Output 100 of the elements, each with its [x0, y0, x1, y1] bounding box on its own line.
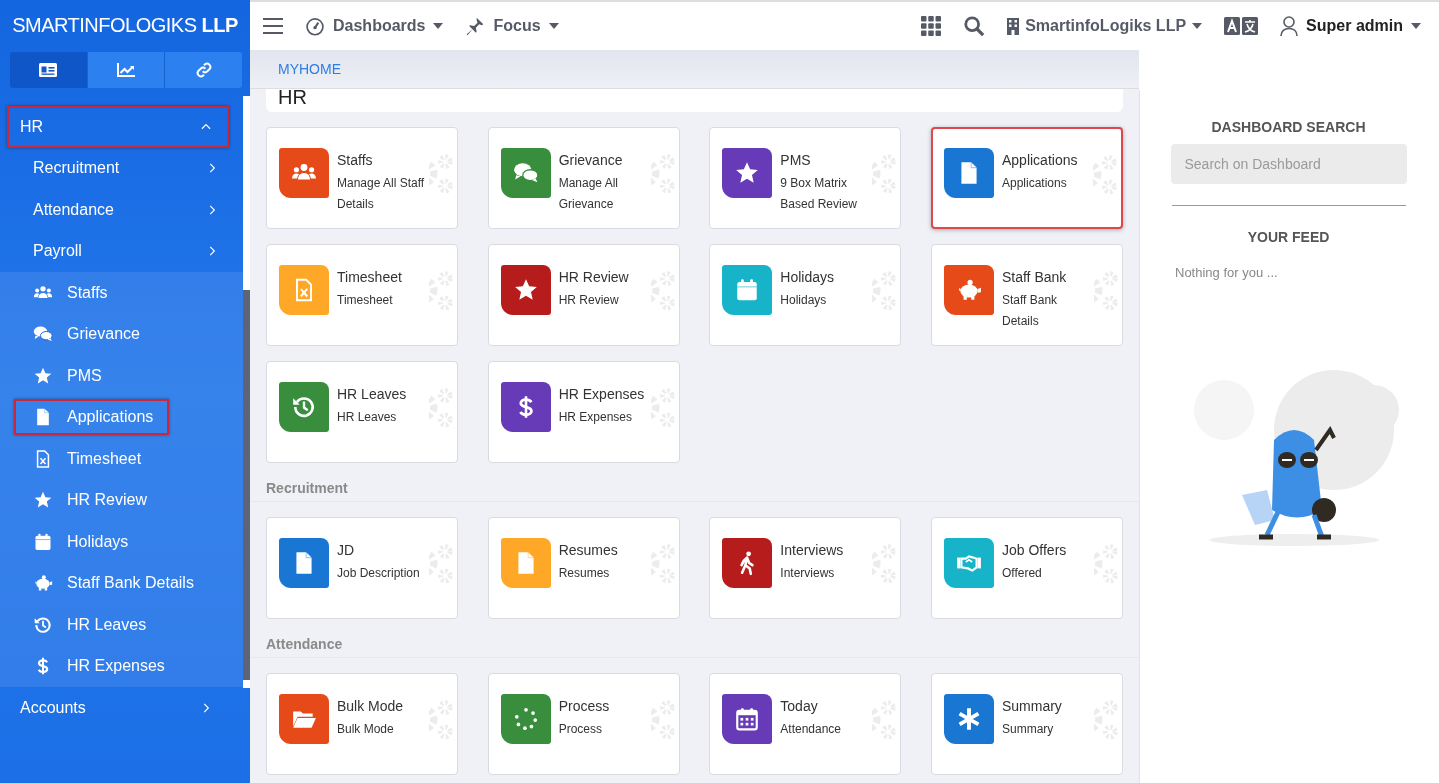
- sidebar-link[interactable]: HR Leaves: [14, 606, 163, 643]
- dashboard-card[interactable]: Job Offers Offered: [930, 517, 1123, 619]
- dashboard-card[interactable]: Bulk Mode Bulk Mode: [266, 673, 458, 775]
- card-subtitle: Manage All Grievance: [558, 175, 620, 213]
- id-card-icon: [39, 63, 58, 77]
- dashboard-card[interactable]: Process Process: [487, 673, 680, 775]
- caret-icon: [433, 23, 444, 29]
- dashboard-card[interactable]: Interviews Interviews: [709, 517, 902, 619]
- user-menu[interactable]: Super admin: [1280, 16, 1421, 36]
- company-dropdown[interactable]: SmartinfoLogiks LLP: [1007, 17, 1203, 35]
- card-subtitle: Manage All Staff Details: [337, 175, 426, 213]
- dashboard-card[interactable]: Timesheet Timesheet: [266, 244, 458, 346]
- card-title: Today: [780, 697, 819, 715]
- card-subtitle: Staff Bank Details: [1001, 292, 1059, 330]
- section-title: HR: [266, 89, 1123, 112]
- card-title: HR Review: [558, 268, 630, 286]
- card-subtitle: HR Review: [558, 292, 620, 309]
- panel-heading: YOUR FEED: [1247, 229, 1330, 245]
- section-heading: Attendance: [250, 636, 1139, 658]
- sidebar-link[interactable]: PMS: [14, 357, 118, 394]
- sidebar-link[interactable]: HR Review: [14, 482, 163, 519]
- card-subtitle: Bulk Mode: [337, 721, 395, 738]
- card-title: HR Expenses: [558, 385, 646, 403]
- sidebar-link[interactable]: Staffs: [14, 274, 124, 311]
- card-title: Applications: [1001, 151, 1079, 169]
- dashboard-card[interactable]: PMS 9 Box Matrix Based Review: [709, 127, 902, 229]
- link-icon: [195, 62, 212, 78]
- sidebar-link[interactable]: Applications: [14, 399, 170, 436]
- card-subtitle: HR Expenses: [558, 409, 634, 426]
- section-heading: Recruitment: [250, 480, 1139, 502]
- card-title: PMS: [780, 151, 812, 169]
- sidebar-submenu-item[interactable]: Recruitment: [0, 147, 243, 189]
- card-title: Process: [558, 697, 611, 715]
- dashboard-card[interactable]: Resumes Resumes: [487, 517, 680, 619]
- search-icon[interactable]: [963, 15, 986, 37]
- sidebar-link[interactable]: HR Expenses: [14, 648, 181, 685]
- sidebar-link[interactable]: Holidays: [14, 523, 145, 560]
- dashboard-card[interactable]: Staffs Manage All Staff Details: [266, 127, 458, 229]
- card-title: Timesheet: [337, 268, 403, 286]
- loading-dots-icon: [512, 706, 539, 732]
- card-subtitle: Timesheet: [337, 292, 394, 309]
- gauge-icon: [305, 16, 325, 36]
- card-title: Job Offers: [1001, 541, 1068, 559]
- pushpin-icon: [465, 16, 486, 36]
- dashboard-search-field[interactable]: Search on Dashboard: [1170, 144, 1407, 184]
- dashboard-card[interactable]: HR Review HR Review: [487, 244, 680, 346]
- sidebar-link[interactable]: Timesheet: [14, 440, 158, 477]
- apps-grid-icon[interactable]: [921, 16, 942, 36]
- menu-icon[interactable]: [263, 18, 283, 34]
- building-icon: [1007, 17, 1020, 35]
- history-icon: [291, 394, 317, 420]
- sidebar-tab[interactable]: [165, 52, 242, 88]
- card-subtitle: Holidays: [780, 292, 828, 309]
- sidebar-submenu-item[interactable]: Payroll: [0, 230, 243, 272]
- card-title: Grievance: [558, 151, 624, 169]
- dashboard-card[interactable]: Summary Summary: [930, 673, 1123, 775]
- sidebar-tab[interactable]: [10, 52, 88, 88]
- dashboard-card[interactable]: Applications Applications: [930, 127, 1123, 229]
- card-subtitle: Resumes: [558, 565, 611, 582]
- sidebar-submenu-item[interactable]: Attendance: [0, 189, 243, 231]
- brand-logo: SMARTINFOLOGIKS LLP: [12, 13, 238, 37]
- dropdown-menu[interactable]: Focus: [465, 16, 559, 36]
- card-title: JD: [337, 541, 356, 559]
- dashboard-card[interactable]: Staff Bank Staff Bank Details: [930, 244, 1123, 346]
- card-subtitle: Job Description: [337, 565, 421, 582]
- sidebar-menu-item[interactable]: Accounts: [7, 687, 229, 729]
- dashboard-card[interactable]: HR Expenses HR Expenses: [487, 361, 680, 463]
- card-title: Summary: [1001, 697, 1063, 715]
- card-subtitle: 9 Box Matrix Based Review: [780, 175, 859, 213]
- card-subtitle: HR Leaves: [337, 409, 398, 426]
- card-subtitle: Applications: [1001, 175, 1068, 192]
- dashboard-card[interactable]: HR Leaves HR Leaves: [266, 361, 458, 463]
- card-subtitle: Interviews: [780, 565, 836, 582]
- sidebar-link[interactable]: Staff Bank Details: [14, 565, 210, 602]
- dashboard-card[interactable]: JD Job Description: [266, 517, 458, 619]
- dashboard-card[interactable]: Grievance Manage All Grievance: [487, 127, 680, 229]
- caret-icon: [1192, 23, 1203, 29]
- calendar-icon: [734, 706, 761, 732]
- calendar-icon: [33, 531, 53, 552]
- sidebar-link[interactable]: Grievance: [14, 316, 156, 353]
- dashboard-card[interactable]: Holidays Holidays: [709, 244, 902, 346]
- sidebar-tab[interactable]: [87, 52, 166, 88]
- card-title: HR Leaves: [337, 385, 408, 403]
- sidebar-menu-item[interactable]: HR: [7, 106, 229, 148]
- card-title: Interviews: [780, 541, 845, 559]
- card-title: Staffs: [337, 151, 374, 169]
- card-subtitle: Offered: [1001, 565, 1043, 582]
- card-title: Holidays: [780, 268, 835, 286]
- card-title: Bulk Mode: [337, 697, 405, 715]
- dropdown-menu[interactable]: Dashboards: [305, 16, 444, 36]
- card-title: Resumes: [558, 541, 619, 559]
- scrollbar[interactable]: [243, 96, 250, 688]
- empty-feed-message: Nothing for you ...: [1175, 265, 1278, 280]
- caret-icon: [1411, 23, 1421, 29]
- line-chart-icon: [117, 63, 135, 77]
- caret-icon: [548, 23, 559, 29]
- card-subtitle: Attendance: [780, 721, 843, 738]
- dashboard-card[interactable]: Today Attendance: [709, 673, 902, 775]
- translate-icon[interactable]: [1224, 16, 1259, 36]
- card-subtitle: Summary: [1001, 721, 1055, 738]
